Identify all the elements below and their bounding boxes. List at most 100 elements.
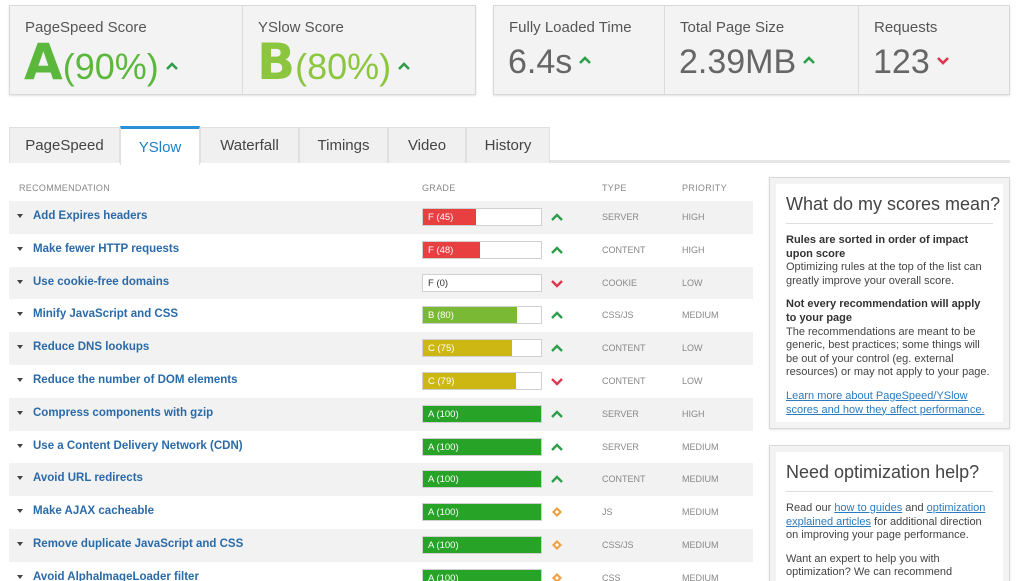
recommendation-name[interactable]: Compress components with gzip — [33, 407, 213, 419]
grade-text: F (48) — [428, 244, 454, 256]
expand-caret-icon[interactable] — [17, 345, 23, 350]
rule-type: COOKIE — [602, 277, 638, 288]
tab-pagespeed[interactable]: PageSpeed — [9, 127, 120, 163]
recommendation-name[interactable]: Remove duplicate JavaScript and CSS — [33, 538, 243, 550]
trend-up-icon — [398, 62, 411, 70]
rule-type: CONTENT — [602, 244, 646, 255]
rule-priority: MEDIUM — [682, 310, 719, 321]
optimization-help-title: Need optimization help? — [786, 452, 993, 492]
grade-summary-panel: PageSpeed Score A (90%) YSlow Score B (8… — [9, 5, 476, 95]
expand-caret-icon[interactable] — [17, 410, 23, 415]
trend-up-icon — [551, 311, 563, 320]
recommendation-name[interactable]: Minify JavaScript and CSS — [33, 308, 178, 320]
recommendation-name[interactable]: Use a Content Delivery Network (CDN) — [33, 440, 243, 452]
column-header-priority: PRIORITY — [682, 183, 727, 193]
rule-priority: MEDIUM — [682, 474, 719, 485]
yslow-grade-percent: (80%) — [295, 46, 392, 87]
expand-caret-icon[interactable] — [17, 279, 23, 284]
trend-up-icon — [551, 475, 563, 484]
table-row[interactable]: Reduce DNS lookups C (75) CONTENT LOW — [9, 332, 753, 365]
recommendation-name[interactable]: Use cookie-free domains — [33, 276, 169, 288]
learn-more-link[interactable]: Learn more about PageSpeed/YSlow scores … — [786, 390, 985, 416]
rule-type: CONTENT — [602, 343, 646, 354]
expand-caret-icon[interactable] — [17, 541, 23, 546]
table-row[interactable]: Remove duplicate JavaScript and CSS A (10… — [9, 528, 753, 562]
trend-down-icon — [936, 57, 949, 65]
recommendation-name[interactable]: Add Expires headers — [33, 210, 147, 222]
recommendations-table: Add Expires headers F (45) SERVER HIGH Make … — [9, 201, 753, 581]
optimization-help-text: and — [902, 502, 927, 514]
expand-caret-icon[interactable] — [17, 476, 23, 481]
grade-bar: A (100) — [422, 437, 542, 456]
rule-type: CSS — [602, 572, 621, 581]
recommendation-name[interactable]: Make AJAX cacheable — [33, 505, 154, 517]
expand-caret-icon[interactable] — [17, 574, 23, 579]
table-row[interactable]: Reduce the number of DOM elements C (79) C… — [9, 364, 753, 398]
table-row[interactable]: Make AJAX cacheable A (100) JS MEDIUM — [9, 496, 753, 529]
trend-up-icon — [803, 56, 816, 64]
recommendation-name[interactable]: Avoid AlphaImageLoader filter — [33, 571, 199, 581]
rule-type: CONTENT — [602, 375, 646, 386]
table-header: RECOMMENDATION GRADE TYPE PRIORITY — [9, 183, 753, 197]
rule-priority: LOW — [682, 375, 703, 386]
tab-yslow[interactable]: YSlow — [120, 126, 200, 165]
trend-up-icon — [551, 344, 563, 353]
table-row[interactable]: Compress components with gzip A (100) SERV… — [9, 397, 753, 431]
recommendation-name[interactable]: Reduce DNS lookups — [33, 341, 149, 353]
trend-up-icon — [579, 56, 592, 64]
page-size-label: Total Page Size — [680, 19, 785, 36]
expand-caret-icon[interactable] — [17, 443, 23, 448]
grade-text: C (79) — [428, 375, 455, 387]
rule-priority: HIGH — [682, 244, 705, 255]
grade-bar: F (48) — [422, 240, 542, 259]
tab-history[interactable]: History — [466, 127, 550, 163]
table-row[interactable]: Use a Content Delivery Network (CDN) A (1… — [9, 430, 753, 464]
grade-bar: C (79) — [422, 371, 542, 390]
requests-label: Requests — [874, 19, 938, 36]
total-page-size: Total Page Size 2.39MB — [664, 6, 858, 94]
rule-priority: MEDIUM — [682, 572, 719, 581]
tab-video[interactable]: Video — [388, 127, 466, 163]
expand-caret-icon[interactable] — [17, 509, 23, 514]
recommendation-name[interactable]: Avoid URL redirects — [33, 472, 143, 484]
expand-caret-icon[interactable] — [17, 214, 23, 218]
recommendation-name[interactable]: Make fewer HTTP requests — [33, 243, 179, 255]
table-row[interactable]: Avoid URL redirects A (100) CONTENT MEDIUM — [9, 463, 753, 497]
table-row[interactable]: Avoid AlphaImageLoader filter A (100) CSS M… — [9, 561, 753, 581]
tab-timings[interactable]: Timings — [299, 127, 388, 163]
trend-up-icon — [551, 246, 563, 254]
fully-loaded-value: 6.4s — [508, 43, 573, 81]
table-row[interactable]: Make fewer HTTP requests F (48) CONTENT HIG… — [9, 233, 753, 267]
recommendation-name[interactable]: Reduce the number of DOM elements — [33, 374, 237, 386]
rule-priority: MEDIUM — [682, 539, 719, 550]
grade-text: A (100) — [428, 572, 459, 581]
expand-caret-icon[interactable] — [17, 312, 23, 317]
scores-explained-text-1: Optimizing rules at the top of the list … — [786, 261, 982, 287]
table-row[interactable]: Use cookie-free domains F (0) COOKIE LOW — [9, 266, 753, 300]
rule-priority: LOW — [682, 343, 703, 354]
yslow-score: YSlow Score B (80%) — [242, 6, 475, 94]
table-row[interactable]: Add Expires headers F (45) SERVER HIGH — [9, 201, 753, 234]
tab-waterfall[interactable]: Waterfall — [200, 127, 299, 163]
how-to-guides-link[interactable]: how to guides — [834, 502, 902, 514]
grade-text: A (100) — [428, 539, 459, 551]
grade-bar: F (0) — [422, 273, 542, 292]
table-row[interactable]: Minify JavaScript and CSS B (80) CSS/JS MED… — [9, 299, 753, 333]
rule-type: CSS/JS — [602, 310, 634, 321]
fully-loaded-label: Fully Loaded Time — [509, 19, 632, 36]
expand-caret-icon[interactable] — [17, 246, 23, 251]
trend-up-icon — [551, 213, 563, 221]
grade-bar: A (100) — [422, 404, 542, 423]
trend-neutral-icon — [552, 507, 562, 518]
rule-priority: HIGH — [682, 212, 705, 222]
optimization-help-box: Need optimization help? Read our how to … — [769, 445, 1010, 581]
pagespeed-grade-letter: A — [24, 33, 63, 91]
expand-caret-icon[interactable] — [17, 377, 23, 382]
grade-text: A (100) — [428, 441, 459, 453]
grade-text: A (100) — [428, 507, 459, 519]
grade-text: C (75) — [428, 343, 455, 355]
rule-type: CSS/JS — [602, 539, 634, 550]
rule-priority: HIGH — [682, 408, 705, 419]
grade-bar: F (45) — [422, 208, 542, 226]
rule-type: SERVER — [602, 408, 639, 419]
